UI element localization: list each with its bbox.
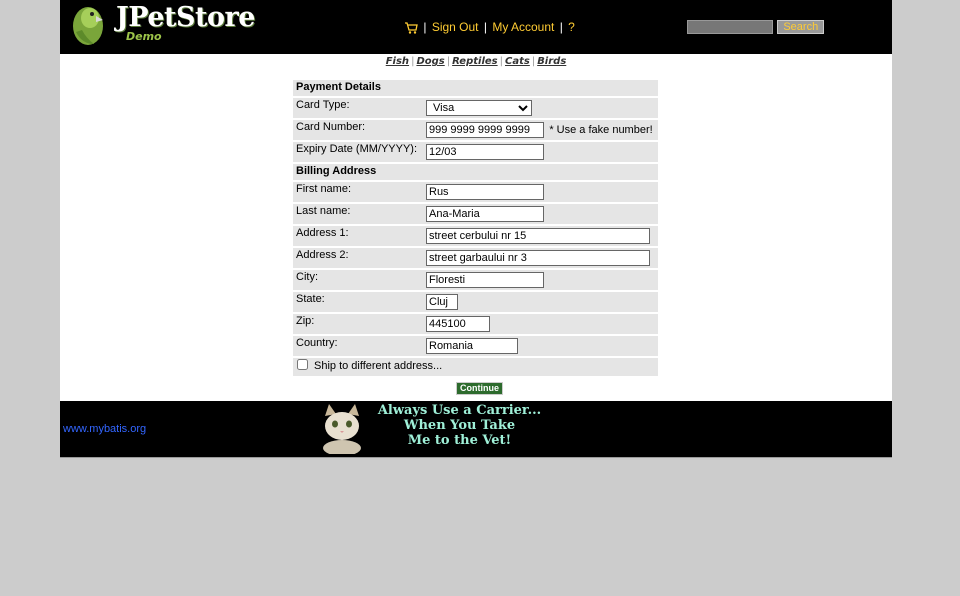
expiry-input[interactable] <box>426 144 544 160</box>
card-type-row: Card Type: Visa <box>293 98 658 118</box>
quicklink-dogs[interactable]: Dogs <box>416 56 444 67</box>
address2-label: Address 2: <box>296 249 349 261</box>
ship-different-checkbox[interactable] <box>297 359 308 370</box>
quicklink-birds[interactable]: Birds <box>537 56 566 67</box>
banner-line: Always Use a Carrier... <box>377 403 542 418</box>
card-type-select[interactable]: Visa <box>426 100 532 116</box>
footer: www.mybatis.org Always Use a Carrier... … <box>60 401 892 457</box>
first-name-label: First name: <box>296 183 352 195</box>
country-row: Country: <box>293 336 658 356</box>
first-name-input[interactable] <box>426 184 544 200</box>
card-number-row: Card Number: * Use a fake number! <box>293 120 658 140</box>
city-label: City: <box>296 271 318 283</box>
search-input[interactable] <box>687 20 773 34</box>
ship-different-label: Ship to different address... <box>314 360 443 372</box>
billing-section-header: Billing Address <box>293 164 658 180</box>
address2-row: Address 2: <box>293 248 658 268</box>
card-number-label: Card Number: <box>296 121 366 133</box>
expiry-label: Expiry Date (MM/YYYY): <box>296 143 418 155</box>
zip-input[interactable] <box>426 316 490 332</box>
last-name-input[interactable] <box>426 206 544 222</box>
card-number-hint: * Use a fake number! <box>549 124 653 136</box>
ship-different-row: Ship to different address... <box>293 358 658 376</box>
page-frame: JPetStore Demo | Sign Out | My Account |… <box>60 0 892 458</box>
my-account-link[interactable]: My Account <box>492 20 554 34</box>
zip-label: Zip: <box>296 315 315 327</box>
payment-section-header: Payment Details <box>293 80 658 96</box>
menu-separator: | <box>559 20 563 34</box>
parrot-logo-icon <box>73 7 103 45</box>
logo-subtitle: Demo <box>126 30 162 43</box>
last-name-row: Last name: <box>293 204 658 224</box>
top-menu: | Sign Out | My Account | ? <box>404 20 575 34</box>
quicklink-fish[interactable]: Fish <box>386 56 409 67</box>
logo-text: JPetStore <box>116 2 255 33</box>
address1-row: Address 1: <box>293 226 658 246</box>
sign-out-link[interactable]: Sign Out <box>432 20 479 34</box>
header: JPetStore Demo | Sign Out | My Account |… <box>60 0 892 54</box>
continue-button[interactable]: Continue <box>456 382 503 395</box>
quicklink-separator: | <box>446 56 451 67</box>
address1-label: Address 1: <box>296 227 349 239</box>
quicklink-separator: | <box>531 56 536 67</box>
country-label: Country: <box>296 337 338 349</box>
last-name-label: Last name: <box>296 205 351 217</box>
logo[interactable]: JPetStore Demo <box>68 2 255 46</box>
category-quicklinks: Fish | Dogs | Reptiles | Cats | Birds <box>60 56 892 67</box>
help-link[interactable]: ? <box>568 20 575 34</box>
card-type-label: Card Type: <box>296 99 350 111</box>
address2-input[interactable] <box>426 250 650 266</box>
search-button[interactable]: Search <box>777 20 825 34</box>
country-input[interactable] <box>426 338 518 354</box>
section-title: Payment Details <box>296 81 381 93</box>
first-name-row: First name: <box>293 182 658 202</box>
search-form: Search <box>687 20 825 34</box>
state-row: State: <box>293 292 658 312</box>
quicklink-separator: | <box>499 56 503 67</box>
cat-icon <box>323 404 361 454</box>
expiry-row: Expiry Date (MM/YYYY): <box>293 142 658 162</box>
banner-text: Always Use a Carrier... When You Take Me… <box>367 403 552 448</box>
state-input[interactable] <box>426 294 458 310</box>
state-label: State: <box>296 293 325 305</box>
section-title: Billing Address <box>296 165 377 177</box>
city-row: City: <box>293 270 658 290</box>
banner-line: Me to the Vet! <box>407 433 512 448</box>
quicklink-cats[interactable]: Cats <box>505 56 530 67</box>
banner-line: When You Take <box>403 418 516 433</box>
banner-ad[interactable]: Always Use a Carrier... When You Take Me… <box>319 402 549 454</box>
mybatis-link[interactable]: www.mybatis.org <box>63 423 146 435</box>
quicklink-separator: | <box>411 56 415 67</box>
order-form: Payment Details Card Type: Visa Card Num… <box>293 80 658 376</box>
menu-separator: | <box>423 20 427 34</box>
zip-row: Zip: <box>293 314 658 334</box>
cart-icon[interactable] <box>404 22 418 34</box>
card-number-input[interactable] <box>426 122 544 138</box>
quicklink-reptiles[interactable]: Reptiles <box>452 56 498 67</box>
address1-input[interactable] <box>426 228 650 244</box>
city-input[interactable] <box>426 272 544 288</box>
menu-separator: | <box>483 20 487 34</box>
